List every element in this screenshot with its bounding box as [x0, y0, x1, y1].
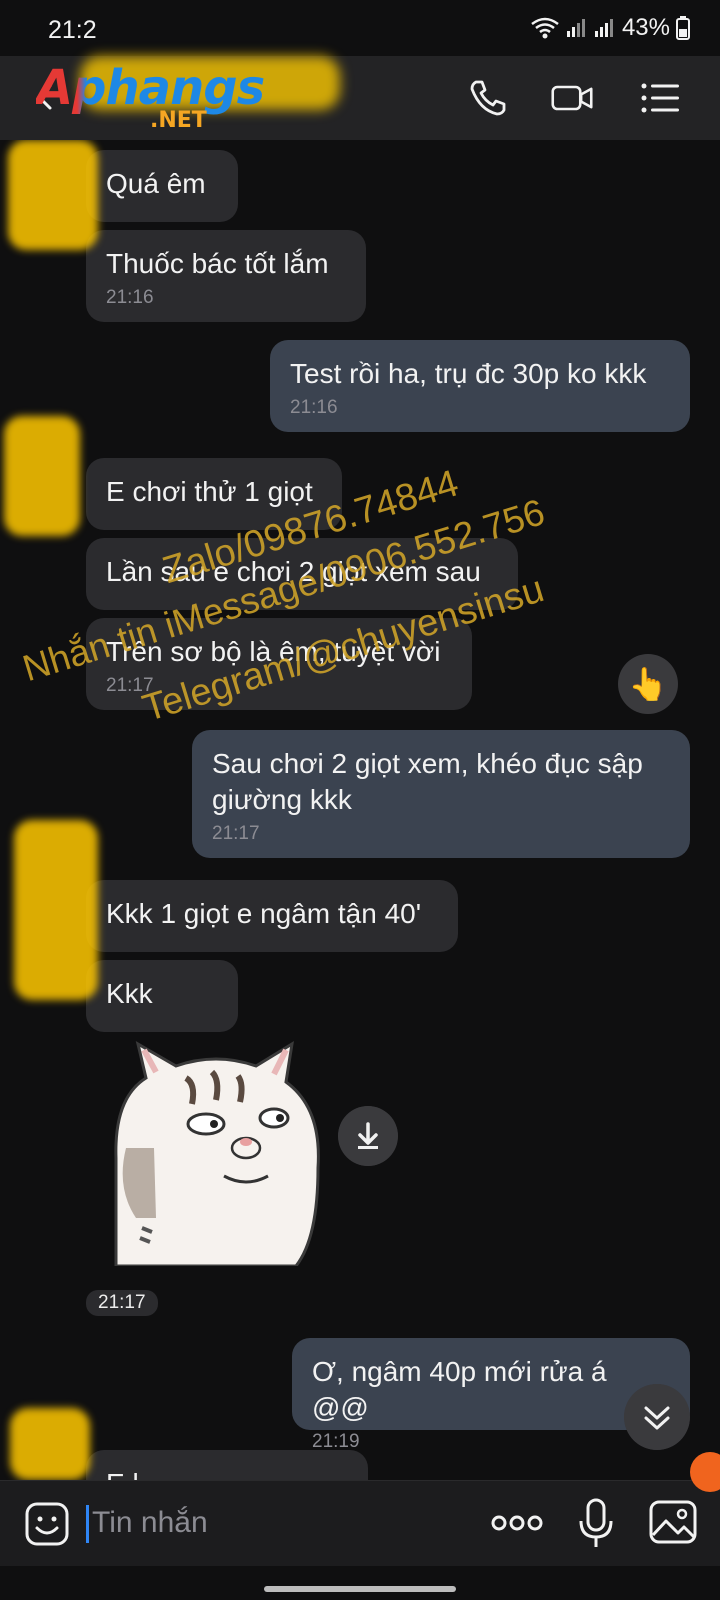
message-incoming[interactable]: Kkk 1 giọt e ngâm tận 40' — [86, 880, 458, 952]
chat-messages[interactable]: Quá êm Thuốc bác tốt lắm 21:16 Test rồi … — [0, 140, 720, 1480]
photo-gallery-icon[interactable] — [648, 1497, 698, 1547]
redaction-blur — [4, 416, 80, 536]
sticker-emoji-icon[interactable] — [24, 1501, 70, 1547]
system-nav-bar — [0, 1566, 720, 1600]
message-input[interactable] — [92, 1495, 462, 1551]
message-text: Sau chơi 2 giọt xem, khéo đục sập giường… — [212, 748, 643, 815]
cat-sticker[interactable] — [96, 1038, 336, 1266]
reaction-button[interactable]: 👆 — [618, 654, 678, 714]
message-text: Quá êm — [106, 168, 206, 199]
text-cursor — [86, 1505, 89, 1543]
status-time: 21:2 — [48, 16, 97, 44]
battery-percent: 43% — [621, 14, 670, 41]
status-icons: 43% — [530, 14, 690, 42]
redaction-blur — [10, 1408, 90, 1480]
battery-icon — [676, 16, 690, 40]
message-outgoing[interactable]: Test rồi ha, trụ đc 30p ko kkk 21:16 — [270, 340, 690, 432]
signal-icon — [566, 19, 585, 37]
message-incoming[interactable]: E l — [86, 1450, 368, 1480]
message-text: E l — [106, 1450, 348, 1480]
message-text: Thuốc bác tốt lắm — [106, 248, 329, 279]
more-options-icon[interactable] — [490, 1503, 544, 1543]
download-icon[interactable] — [338, 1106, 398, 1166]
message-input-bar — [0, 1480, 720, 1566]
message-outgoing[interactable]: Sau chơi 2 giọt xem, khéo đục sập giường… — [192, 730, 690, 858]
phone-call-icon[interactable] — [466, 76, 510, 120]
pointing-hand-emoji: 👆 — [628, 666, 668, 702]
message-time: 21:19 — [312, 1431, 360, 1452]
message-incoming[interactable]: Thuốc bác tốt lắm 21:16 — [86, 230, 366, 322]
wifi-icon — [531, 17, 559, 39]
home-indicator[interactable] — [264, 1586, 456, 1592]
video-call-icon[interactable] — [550, 76, 594, 120]
message-text: Kkk — [106, 978, 153, 1009]
message-time: 21:17 — [212, 823, 260, 844]
signal-icon-2 — [594, 19, 613, 37]
message-text: Test rồi ha, trụ đc 30p ko kkk — [290, 358, 647, 389]
message-incoming[interactable]: Quá êm — [86, 150, 238, 222]
status-bar: 21:2 43% — [0, 0, 720, 56]
microphone-icon[interactable] — [576, 1497, 616, 1551]
watermark-logo: Aphangs .NET — [36, 60, 276, 136]
menu-list-icon[interactable] — [638, 76, 682, 120]
redaction-blur — [14, 820, 98, 1000]
logo-sub-text: .NET — [150, 108, 207, 133]
message-incoming[interactable]: Kkk — [86, 960, 238, 1032]
message-text: Ơ, ngâm 40p mới rửa á @@ — [312, 1356, 607, 1423]
message-time: 21:16 — [106, 287, 154, 308]
message-time: 21:16 — [290, 397, 338, 418]
message-text: Kkk 1 giọt e ngâm tận 40' — [106, 898, 422, 929]
message-text: E chơi thử 1 giọt — [106, 476, 313, 507]
sticker-time: 21:17 — [86, 1290, 158, 1316]
redaction-blur — [8, 140, 98, 250]
scroll-down-icon[interactable] — [624, 1384, 690, 1450]
chat-header: Aphangs .NET — [0, 56, 720, 140]
